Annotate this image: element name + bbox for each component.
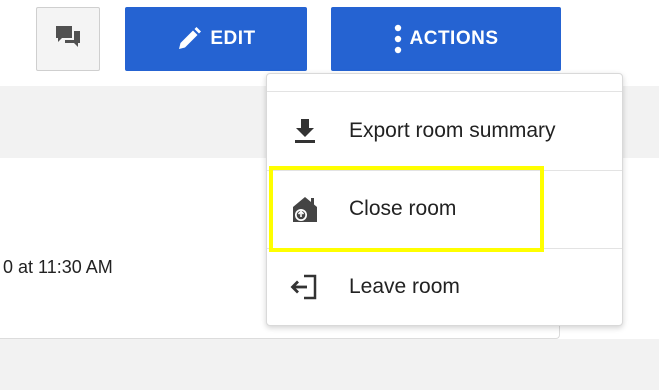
download-icon [289, 115, 321, 147]
chat-bubbles-icon [54, 24, 82, 55]
actions-menu: Export room summary Close room Leave roo… [266, 73, 623, 326]
menu-item-label: Close room [349, 197, 457, 220]
actions-button-label: ACTIONS [409, 28, 499, 49]
menu-item-label: Export room summary [349, 119, 556, 142]
menu-item-export-room-summary[interactable]: Export room summary [267, 92, 622, 170]
actions-button[interactable]: ACTIONS [331, 7, 561, 71]
vertical-dots-icon [394, 24, 402, 54]
menu-item-close-room[interactable]: Close room [267, 170, 622, 248]
menu-item-label: Leave room [349, 275, 460, 298]
menu-item-leave-room[interactable]: Leave room [267, 248, 622, 326]
edit-button-label: EDIT [210, 28, 256, 49]
section-footer-strip [0, 339, 659, 390]
chat-button[interactable] [36, 7, 100, 71]
leave-door-icon [289, 271, 321, 303]
close-room-house-icon [289, 193, 321, 225]
edit-button[interactable]: EDIT [125, 7, 307, 71]
pencil-icon [176, 26, 202, 52]
room-date-text: 0 at 11:30 AM [3, 257, 113, 277]
